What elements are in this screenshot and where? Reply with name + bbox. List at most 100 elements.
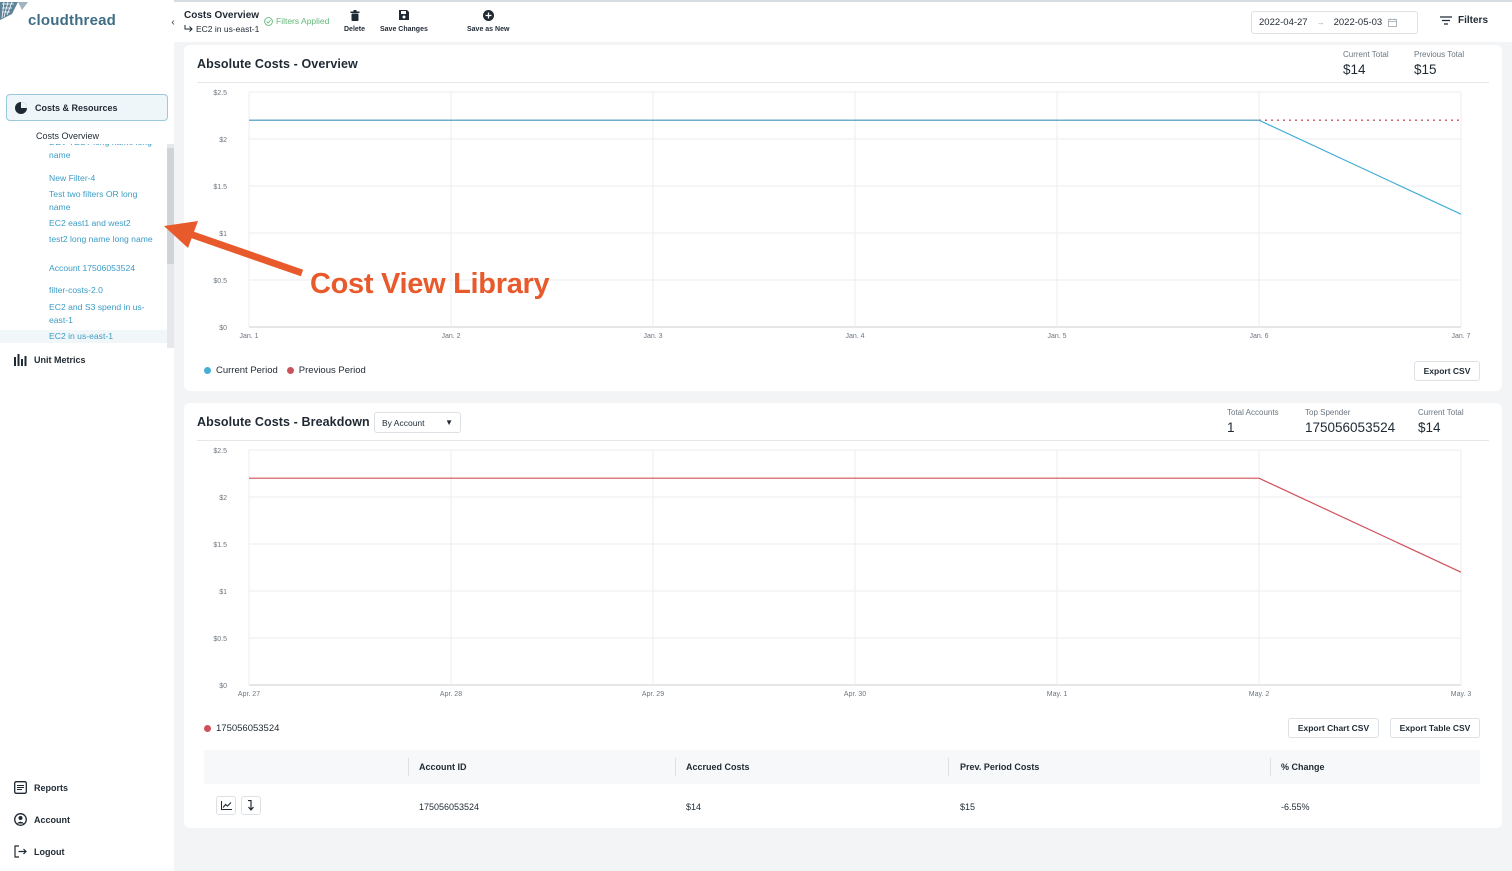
view-link-ec2-east1-west2[interactable]: EC2 east1 and west2 [49, 217, 161, 230]
y-tick-label: $1.5 [213, 184, 227, 191]
annotation-arrow-icon [164, 221, 304, 277]
plus-circle-icon [482, 9, 494, 21]
y-tick-label: $0.5 [213, 636, 227, 643]
row-drilldown-button[interactable] [241, 796, 261, 815]
drilldown-arrow-icon [248, 800, 254, 811]
view-link-account[interactable]: Account 17506053524 [49, 262, 161, 275]
floppy-disk-icon [398, 10, 409, 20]
nav-costs-resources[interactable]: Costs & Resources [6, 94, 168, 121]
breakdown-line-chart: $0 $0.5 $1 $1.5 $2 $2.5 Apr. 27 Apr. 28 Apr. 29 A… [213, 448, 1472, 698]
export-csv-button[interactable]: Export CSV [1414, 361, 1480, 381]
x-tick-label: Jan. 4 [845, 333, 864, 340]
x-tick-label: Jan. 7 [1451, 333, 1470, 340]
y-tick-label: $2.5 [213, 90, 227, 97]
overview-card: Absolute Costs - Overview Current Total … [184, 45, 1502, 391]
row-chart-button[interactable] [216, 796, 236, 815]
view-link-test-two-filters[interactable]: Test two filters OR long name [49, 188, 161, 214]
y-tick-label: $0 [219, 683, 227, 690]
nav-reports-label: Reports [34, 782, 69, 793]
current-view-name: EC2 in us-east-1 [196, 24, 260, 34]
view-link-ec2-s3-spend[interactable]: EC2 and S3 spend in us-east-1 [49, 301, 161, 327]
logout-icon [14, 845, 27, 858]
x-tick-label: Jan. 2 [441, 333, 460, 340]
x-tick-label: May. 3 [1451, 691, 1472, 698]
x-tick-label: May. 2 [1249, 691, 1270, 698]
date-start[interactable]: 2022-04-27 [1259, 17, 1308, 28]
reports-icon [14, 781, 27, 794]
filters-button[interactable]: Filters [1440, 15, 1488, 26]
header-prev-period-costs[interactable]: Prev. Period Costs [960, 762, 1039, 772]
save-changes-label: Save Changes [380, 26, 428, 33]
user-circle-icon [14, 813, 27, 826]
legend-current-label[interactable]: Current Period [216, 365, 278, 376]
export-table-csv-button[interactable]: Export Table CSV [1390, 718, 1480, 738]
legend-account-label[interactable]: 175056053524 [216, 723, 279, 734]
overview-legend: Current Period Previous Period [204, 365, 366, 376]
x-tick-label: Apr. 28 [440, 691, 462, 698]
nav-account-label: Account [34, 814, 70, 825]
line-chart-icon [220, 801, 232, 810]
legend-previous-label[interactable]: Previous Period [299, 365, 366, 376]
view-link-dev-test[interactable]: DEV TEST long name long name [49, 144, 161, 162]
filters-applied-label: Filters Applied [276, 16, 330, 26]
nav-account[interactable]: Account [14, 813, 70, 826]
header-separator [675, 758, 676, 776]
save-changes-button[interactable]: Save Changes [380, 8, 428, 33]
x-tick-label: Apr. 30 [844, 691, 866, 698]
nav-unit-metrics[interactable]: Unit Metrics [14, 354, 86, 366]
legend-dot-account [204, 725, 211, 732]
y-tick-label: $2 [219, 137, 227, 144]
nav-costs-resources-label: Costs & Resources [35, 102, 118, 113]
table-header-row: Account ID Accrued Costs Prev. Period Co… [204, 750, 1480, 784]
header-separator [948, 758, 949, 776]
nav-unit-metrics-label: Unit Metrics [34, 355, 86, 365]
pie-chart-icon [15, 101, 27, 114]
annotation-label: Cost View Library [310, 268, 550, 300]
brand-logo[interactable]: cloudthread [0, 0, 174, 40]
page-title: Costs Overview [184, 10, 260, 21]
y-tick-label: $1 [219, 589, 227, 596]
nav-reports[interactable]: Reports [14, 781, 68, 794]
trash-icon [350, 9, 359, 21]
date-arrow-icon: → [1316, 18, 1325, 27]
view-link-test2-long-name[interactable]: test2 long name long name [49, 233, 161, 246]
x-tick-label: Jan. 5 [1047, 333, 1066, 340]
delete-button[interactable]: Delete [344, 8, 365, 33]
save-as-new-label: Save as New [467, 26, 510, 33]
y-tick-label: $2.5 [213, 448, 227, 455]
view-link-new-filter-4[interactable]: New Filter-4 [49, 172, 161, 185]
nav-costs-overview[interactable]: Costs Overview [36, 131, 99, 141]
collapse-sidebar-chevron-icon[interactable]: ‹ [166, 14, 180, 30]
filter-lines-icon [1440, 16, 1452, 25]
date-range-picker[interactable]: 2022-04-27 → 2022-05-03 [1251, 11, 1418, 34]
date-end[interactable]: 2022-05-03 [1334, 17, 1383, 28]
header-separator [408, 758, 409, 776]
view-link-ec2-us-east-1[interactable]: EC2 in us-east-1 [0, 330, 167, 343]
header-accrued-costs[interactable]: Accrued Costs [686, 762, 750, 772]
delete-label: Delete [344, 26, 366, 33]
x-tick-label: Jan. 1 [239, 333, 258, 340]
y-tick-label: $0 [219, 325, 227, 332]
x-tick-label: Apr. 29 [642, 691, 664, 698]
brand-name: cloudthread [28, 12, 117, 29]
filters-label: Filters [1458, 15, 1489, 26]
cell-accrued-costs: $14 [686, 802, 702, 812]
x-tick-label: May. 1 [1047, 691, 1068, 698]
header-percent-change[interactable]: % Change [1281, 762, 1325, 772]
top-bar: ‹ Costs Overview EC2 in us-east-1 Filter… [166, 0, 1512, 42]
save-as-new-button[interactable]: Save as New [467, 8, 509, 33]
breakdown-legend: 175056053524 [204, 723, 279, 734]
x-tick-label: Jan. 3 [643, 333, 662, 340]
cell-percent-change: -6.55% [1281, 802, 1310, 812]
check-circle-icon [264, 16, 273, 26]
nav-logout[interactable]: Logout [14, 845, 65, 858]
nav-logout-label: Logout [34, 846, 65, 857]
bar-chart-icon [14, 354, 27, 366]
return-arrow-icon [184, 25, 193, 32]
header-account-id[interactable]: Account ID [419, 762, 467, 772]
view-link-filter-costs[interactable]: filter-costs-2.0 [49, 284, 161, 297]
export-chart-csv-button[interactable]: Export Chart CSV [1288, 718, 1379, 738]
legend-dot-previous [286, 367, 294, 374]
x-tick-label: Apr. 27 [238, 691, 260, 698]
cell-account-id: 175056053524 [419, 802, 480, 812]
